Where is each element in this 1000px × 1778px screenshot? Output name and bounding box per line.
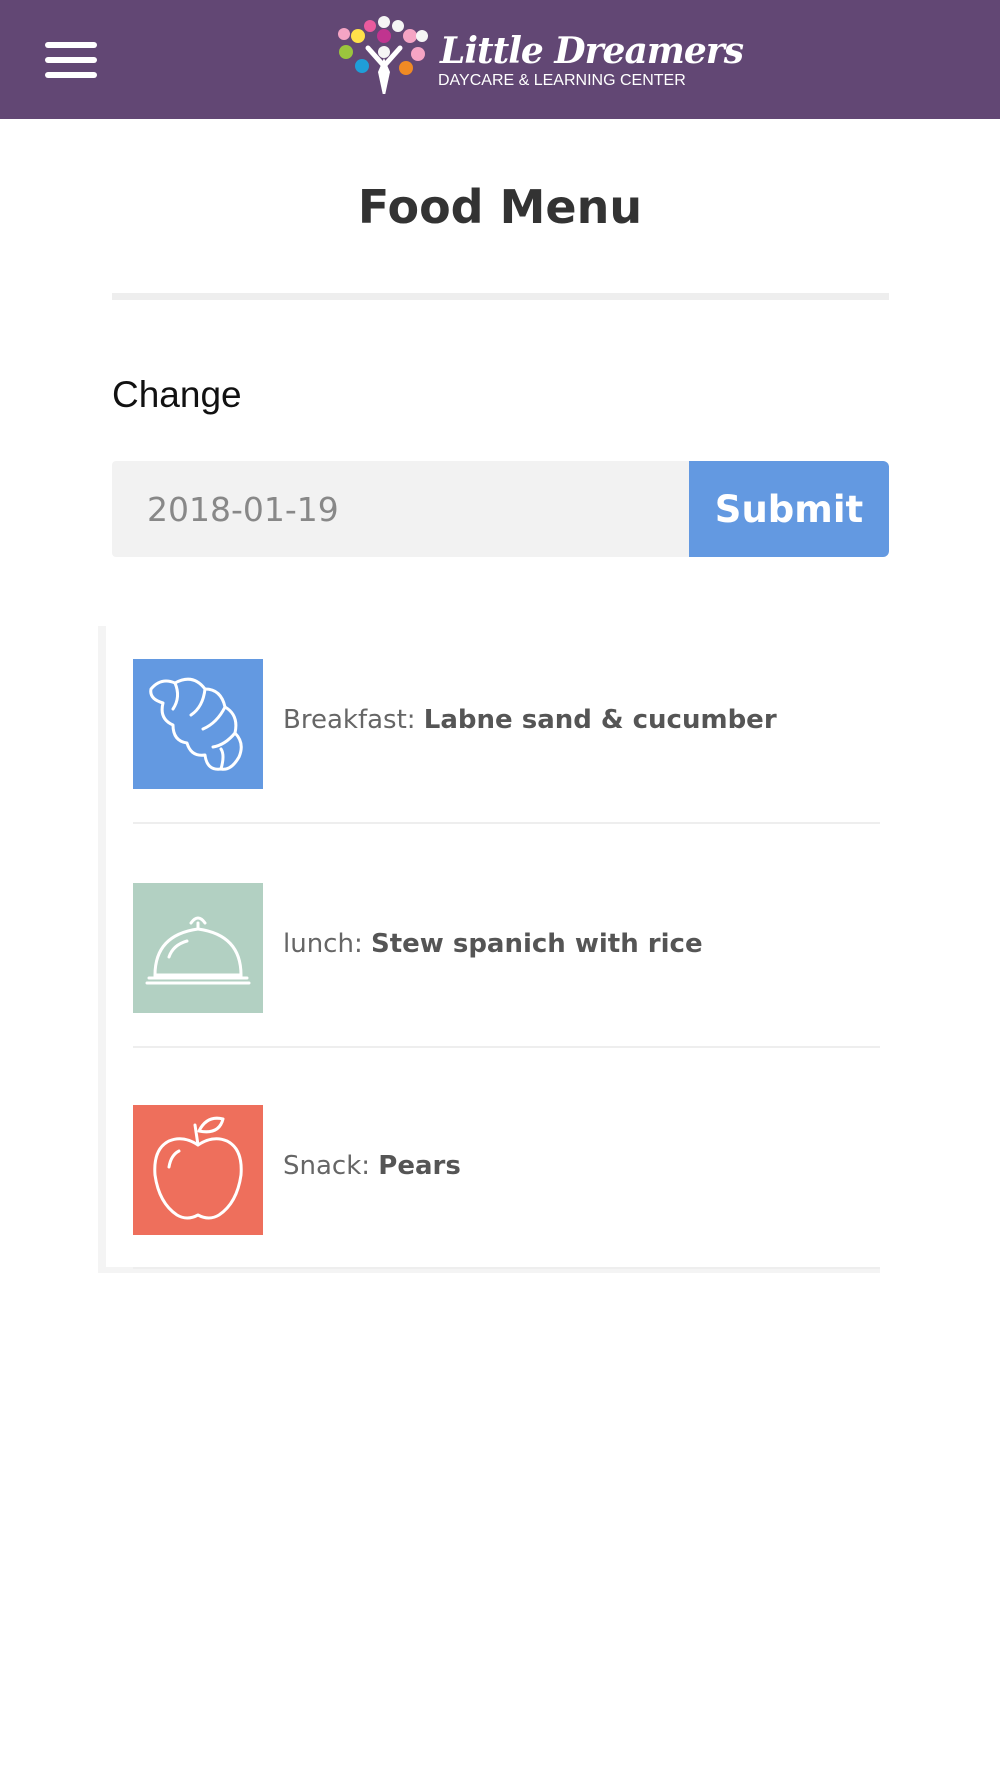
meal-label: Breakfast: [283, 705, 424, 735]
list-item-lunch: lunch: Stew spanich with rice [133, 883, 880, 1013]
row-divider [133, 1267, 880, 1269]
meal-item: Pears [378, 1151, 461, 1181]
top-bar: Little Dreamers DAYCARE & LEARNING CENTE… [0, 0, 1000, 119]
meal-label: lunch: [283, 929, 371, 959]
list-item-breakfast: Breakfast: Labne sand & cucumber [133, 659, 880, 789]
cloche-icon [133, 883, 263, 1013]
date-change-label: Change [112, 374, 242, 415]
meal-text-lunch: lunch: Stew spanich with rice [283, 929, 703, 959]
meal-item: Labne sand & cucumber [423, 705, 777, 735]
row-divider [133, 1046, 880, 1048]
tree-logo-icon [338, 16, 428, 102]
apple-icon [133, 1105, 263, 1235]
title-divider [112, 293, 889, 300]
hamburger-menu-icon[interactable] [45, 42, 97, 78]
brand-tagline: DAYCARE & LEARNING CENTER [438, 72, 686, 89]
brand-logo[interactable]: Little Dreamers DAYCARE & LEARNING CENTE… [334, 14, 744, 106]
meal-text-snack: Snack: Pears [283, 1151, 461, 1181]
meal-label: Snack: [283, 1151, 379, 1181]
row-divider [133, 822, 880, 824]
meal-text-breakfast: Breakfast: Labne sand & cucumber [283, 705, 777, 735]
page-title: Food Menu [357, 180, 643, 234]
date-input[interactable] [112, 461, 689, 557]
meal-item: Stew spanich with rice [370, 929, 703, 959]
list-item-snack: Snack: Pears [133, 1105, 880, 1235]
brand-name: Little Dreamers [440, 30, 744, 72]
submit-button[interactable]: Submit [689, 461, 889, 557]
croissant-icon [133, 659, 263, 789]
